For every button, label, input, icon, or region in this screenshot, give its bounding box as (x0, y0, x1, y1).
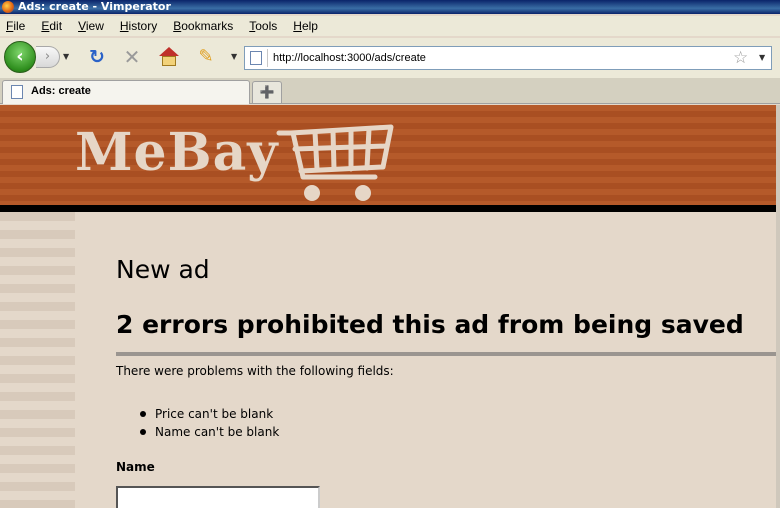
window-title: Ads: create - Vimperator (18, 0, 171, 13)
menu-view[interactable]: View (78, 19, 104, 33)
menu-help[interactable]: Help (293, 19, 318, 33)
stop-button[interactable]: ✕ (121, 46, 143, 68)
menu-file[interactable]: File (6, 19, 25, 33)
page-title: New ad (116, 255, 210, 284)
page-content: MeBay New ad 2 errors prohibited this ad… (0, 105, 776, 508)
pencil-dropdown-icon[interactable]: ▼ (231, 52, 237, 61)
error-intro: There were problems with the following f… (116, 364, 394, 378)
error-item-price: Price can't be blank (140, 405, 279, 423)
menu-edit[interactable]: Edit (41, 19, 62, 33)
tab-ads-create[interactable]: Ads: create (2, 80, 250, 104)
pencil-icon[interactable]: ✎ (194, 46, 218, 68)
reload-button[interactable]: ↻ (86, 46, 108, 68)
bookmark-star-icon[interactable]: ☆ (733, 48, 748, 68)
menu-history[interactable]: History (120, 19, 157, 33)
firefox-icon (2, 1, 14, 13)
error-list: Price can't be blank Name can't be blank (140, 405, 279, 441)
sidebar-stripes (0, 212, 75, 508)
new-tab-button[interactable]: ➕ (252, 81, 282, 103)
site-banner: MeBay (0, 105, 776, 205)
shopping-cart-icon (276, 124, 394, 201)
error-heading: 2 errors prohibited this ad from being s… (116, 310, 744, 339)
back-button[interactable]: ‹ (4, 41, 36, 73)
error-item-name: Name can't be blank (140, 423, 279, 441)
banner-divider (0, 205, 776, 212)
scrollbar[interactable] (776, 105, 780, 508)
forward-button[interactable]: › (36, 46, 60, 68)
url-separator (267, 49, 268, 67)
name-label: Name (116, 460, 155, 474)
address-bar[interactable]: ☆ ▼ (244, 46, 772, 70)
window-titlebar: Ads: create - Vimperator (0, 0, 780, 14)
menu-bookmarks[interactable]: Bookmarks (173, 19, 233, 33)
home-roof-icon (159, 47, 179, 56)
menu-bar: File Edit View History Bookmarks Tools H… (0, 16, 780, 36)
tab-page-icon (11, 85, 23, 99)
home-body-icon (162, 56, 176, 66)
url-dropdown-icon[interactable]: ▼ (759, 53, 765, 62)
home-button[interactable] (157, 46, 181, 68)
tab-label: Ads: create (31, 85, 91, 97)
site-logo-text: MeBay (75, 122, 279, 183)
error-divider (116, 352, 776, 356)
name-field[interactable] (116, 486, 320, 508)
page-icon (250, 51, 262, 65)
tab-strip: Ads: create ➕ (0, 78, 780, 104)
history-dropdown-icon[interactable]: ▼ (63, 52, 69, 61)
menu-tools[interactable]: Tools (249, 19, 277, 33)
url-input[interactable] (273, 49, 713, 67)
